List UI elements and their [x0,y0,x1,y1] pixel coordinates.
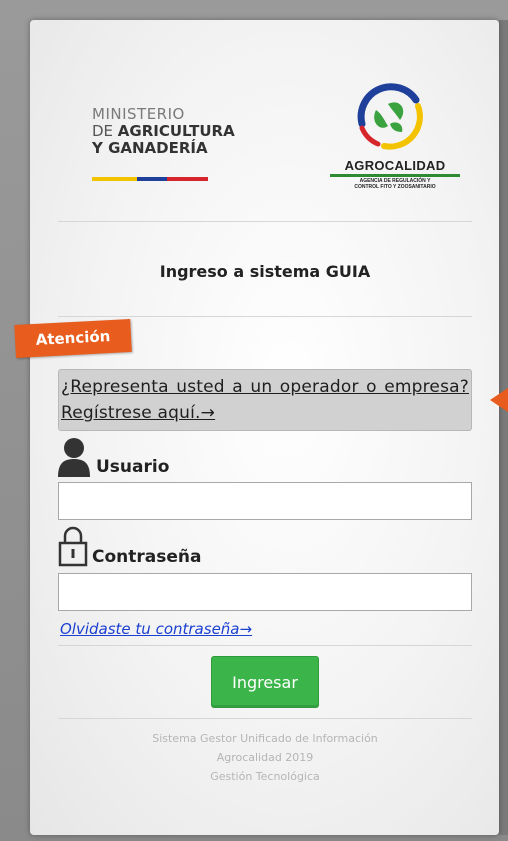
page-title: Ingreso a sistema GUIA [159,262,371,281]
flag-blue [137,177,167,181]
divider-title [58,316,472,317]
footer-line-2: Agrocalidad 2019 [216,751,314,764]
agrocalidad-emblem-icon [357,83,423,150]
username-label: Usuario [96,457,170,477]
ministry-logo: MINISTERIO DE AGRICULTURA Y GANADERÍA [92,106,292,157]
flag-yellow [92,177,137,181]
agrocalidad-subtitle: AGENCIA DE REGULACIÓN Y CONTROL FITO Y Z… [354,178,436,190]
username-input[interactable] [58,482,472,520]
footer-line-3: Gestión Tecnológica [210,770,320,783]
register-link[interactable]: ¿Representa usted a un operador o empres… [61,374,469,426]
attention-badge: Atención [14,318,132,358]
divider-forgot [58,645,472,646]
lock-icon [58,526,88,567]
forgot-password-link[interactable]: Olvidaste tu contraseña→ [60,620,252,638]
footer: Sistema Gestor Unificado de Información … [58,729,472,786]
username-label-row: Usuario [58,437,169,477]
right-edge-shadow [499,20,508,835]
footer-line-1: Sistema Gestor Unificado de Información [152,732,378,745]
agrocalidad-wordmark: AGROCALIDAD [344,158,446,173]
password-label: Contraseña [92,547,202,567]
password-input[interactable] [58,573,472,611]
ministry-line-2: DE AGRICULTURA [92,122,235,140]
ecuador-flag-bar [92,177,208,181]
user-icon [58,438,90,477]
ministry-line-1: MINISTERIO [92,105,185,123]
divider-footer [58,718,472,719]
login-button[interactable]: Ingresar [211,656,319,708]
divider-top [58,221,472,222]
flag-red [167,177,208,181]
register-box: ¿Representa usted a un operador o empres… [58,369,472,431]
ministry-line-3: Y GANADERÍA [92,139,208,157]
agrocalidad-underline [330,174,460,177]
arrow-pointer-icon [490,388,508,412]
password-label-row: Contraseña [58,525,201,567]
